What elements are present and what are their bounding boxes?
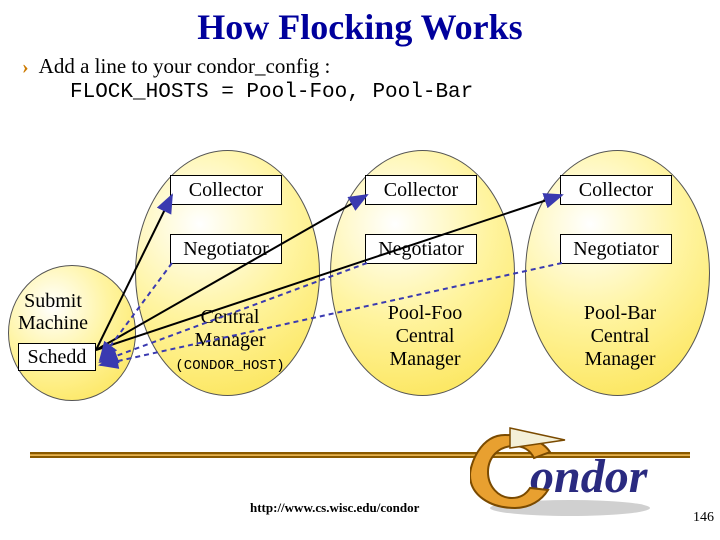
slide: How Flocking Works › Add a line to your … — [0, 0, 720, 540]
logo-tail-text: ondor — [530, 450, 649, 503]
collector-card-3: Collector — [560, 175, 672, 205]
collector-text-3: Collector — [579, 179, 653, 202]
negotiator-text-3: Negotiator — [573, 238, 659, 261]
bar-label: Pool-Bar Central Manager — [540, 302, 700, 371]
negotiator-card-1: Negotiator — [170, 234, 282, 264]
negotiator-text: Negotiator — [183, 238, 269, 261]
page-number: 146 — [693, 510, 714, 526]
central-label: Central Manager (CONDOR_HOST) — [150, 306, 310, 375]
collector-text: Collector — [189, 179, 263, 202]
condor-logo: ondor — [470, 420, 680, 525]
chevron-icon: › — [22, 56, 29, 79]
code-line: FLOCK_HOSTS = Pool-Foo, Pool-Bar — [70, 81, 720, 104]
bullet-text: Add a line to your condor_config : — [39, 54, 331, 79]
schedd-card: Schedd — [18, 343, 96, 371]
diagram: Collector Negotiator Central Manager (CO… — [0, 150, 720, 450]
collector-card-2: Collector — [365, 175, 477, 205]
collector-card-1: Collector — [170, 175, 282, 205]
negotiator-text-2: Negotiator — [378, 238, 464, 261]
foo-label: Pool-Foo Central Manager — [345, 302, 505, 371]
submit-label: Submit Machine — [18, 290, 88, 334]
footer-url: http://www.cs.wisc.edu/condor — [250, 500, 419, 516]
condor-host: (CONDOR_HOST) — [175, 358, 284, 374]
central-text: Central Manager — [194, 306, 265, 351]
negotiator-card-3: Negotiator — [560, 234, 672, 264]
schedd-text: Schedd — [28, 346, 87, 369]
bullet-line: › Add a line to your condor_config : — [22, 54, 720, 79]
collector-text-2: Collector — [384, 179, 458, 202]
slide-title: How Flocking Works — [0, 0, 720, 48]
negotiator-card-2: Negotiator — [365, 234, 477, 264]
